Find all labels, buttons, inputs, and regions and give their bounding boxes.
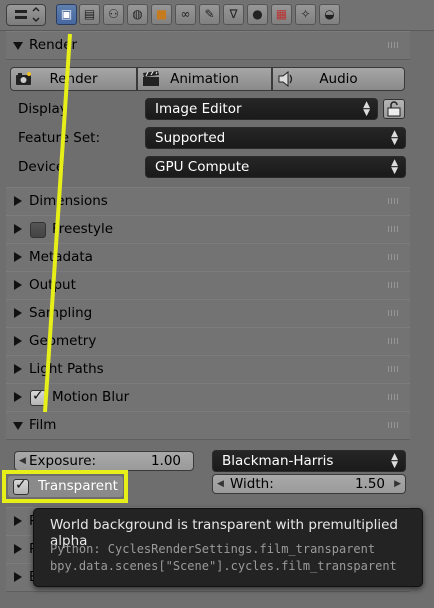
tooltip-python: Python: CyclesRenderSettings.film_transp… <box>50 542 376 556</box>
tooltip: World background is transparent with pre… <box>33 508 423 587</box>
tooltip-data-path: bpy.data.scenes["Scene"].cycles.film_tra… <box>50 559 397 573</box>
